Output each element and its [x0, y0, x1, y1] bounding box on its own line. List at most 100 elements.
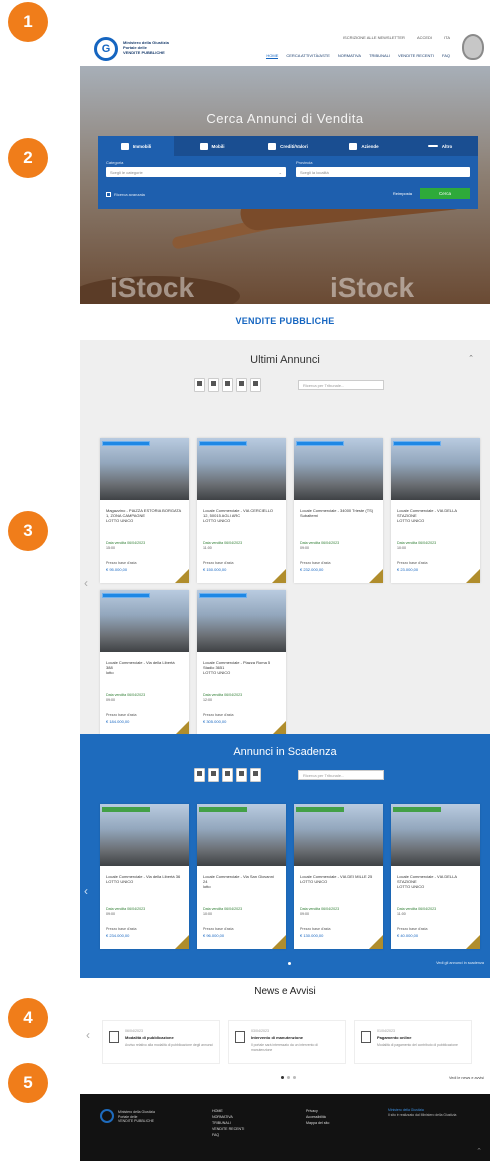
ad-card[interactable]: Locale Commerciale - VIA DEI MILLE 25 LOT… [294, 804, 383, 949]
nav-faq[interactable]: FAQ [442, 53, 450, 59]
news-view-all-link[interactable]: Vedi le news e avvisi [449, 1076, 484, 1080]
ad-title-text: Locale Commerciale - VIA DELLA STAZIONE [397, 874, 457, 884]
latest-ads-title: Ultimi Annunci [250, 354, 320, 366]
news-item[interactable]: 06/04/2023 Modalità di pubblicazione Avv… [102, 1020, 220, 1064]
ad-card[interactable]: Locale Commerciale - VIA CERCIELLO 12, 5… [197, 438, 286, 583]
ad-title: Locale Commerciale - VIA DELLA STAZIONE L… [397, 508, 473, 523]
news-item[interactable]: 01/04/2023 Pagamento online Modalità di … [354, 1020, 472, 1064]
footer-link[interactable]: FAQ [212, 1132, 244, 1138]
nav-home[interactable]: HOME [266, 53, 279, 59]
ad-price-label: Prezzo base d'asta [203, 561, 234, 565]
prev-arrow-icon[interactable]: ‹ [84, 884, 88, 898]
back-to-top-icon[interactable]: ⌃ [476, 1147, 482, 1155]
ad-time: 09:00 [300, 546, 309, 550]
site-footer: Ministero della Giustizia Portale delle … [80, 1094, 490, 1161]
ad-card[interactable]: Locale Commerciale - Via San Giovanni 24… [197, 804, 286, 949]
ad-time: 10:00 [203, 912, 212, 916]
watermark: iStock [330, 272, 415, 303]
footer-link[interactable]: Mappa del sito [306, 1120, 329, 1126]
ad-lot: LOTTO UNICO [203, 670, 231, 675]
footer-logo-line: VENDITE PUBBLICHE [118, 1119, 154, 1123]
latest-search-input[interactable]: Ricerca per Tribunale... [298, 380, 384, 390]
ad-tag [102, 593, 150, 598]
nav-normativa[interactable]: NORMATIVA [338, 53, 361, 59]
expiring-search-input[interactable]: Ricerca per Tribunale... [298, 770, 384, 780]
chevron-down-icon: ⌄ [278, 170, 282, 175]
gavel-corner-icon [466, 935, 480, 949]
ad-price: € 184.000,00 [106, 719, 130, 724]
filter-immobili[interactable] [194, 378, 205, 392]
filter-altro[interactable] [250, 378, 261, 392]
ad-card[interactable]: Locale Commerciale - Via della Libertà 3… [100, 590, 189, 735]
main-nav: HOME CERCA ATTIVITÀ/ASTE NORMATIVA TRIBU… [266, 53, 450, 59]
ad-price-label: Prezzo base d'asta [397, 927, 428, 931]
category-select[interactable]: Scegli le categorie ⌄ [106, 167, 286, 177]
expiring-view-all-link[interactable]: Vedi gli annunci in scadenza [436, 961, 484, 965]
nav-search[interactable]: CERCA ATTIVITÀ/ASTE [286, 53, 330, 59]
news-prev-arrow-icon[interactable]: ‹ [86, 1028, 90, 1042]
nav-tribunali[interactable]: TRIBUNALI [369, 53, 390, 59]
news-title: News e Avvisi [254, 986, 316, 997]
ad-card[interactable]: Locale Commerciale - 34000 Trieste (TS) S… [294, 438, 383, 583]
step-badge-5: 5 [8, 1063, 48, 1103]
tab-crediti[interactable]: Crediti/Valori [250, 136, 326, 156]
logo-text: Ministero della Giustizia Portale delle … [123, 40, 169, 55]
ad-card[interactable]: Locale Commerciale - VIA DELLA STAZIONE L… [391, 804, 480, 949]
nav-recent[interactable]: VENDITE RECENTI [398, 53, 434, 59]
filter-altro[interactable] [250, 768, 261, 782]
ad-card[interactable]: Locale Commerciale - Via della Libertà 3… [100, 804, 189, 949]
search-button[interactable]: Cerca [420, 188, 470, 199]
ad-lot: Subalterni [300, 513, 319, 518]
filter-mobili[interactable] [208, 768, 219, 782]
ad-price-label: Prezzo base d'asta [203, 927, 234, 931]
ad-title-text: Locale Commerciale - Via della Libertà 3… [106, 660, 175, 670]
carousel-dot[interactable] [288, 962, 291, 965]
section-title: VENDITE PUBBLICHE [235, 316, 335, 326]
tab-altro[interactable]: Altro [402, 136, 478, 156]
latest-filters [194, 378, 261, 392]
filter-aziende[interactable] [236, 378, 247, 392]
ad-card[interactable]: Locale Commerciale - VIA DELLA STAZIONE L… [391, 438, 480, 583]
news-dot[interactable] [281, 1076, 284, 1079]
news-item[interactable]: 03/04/2023 Intervento di manutenzione Il… [228, 1020, 346, 1064]
category-label: Categoria [106, 160, 124, 165]
property-photo [294, 804, 383, 866]
ad-lot: lotto [106, 670, 114, 675]
login-link[interactable]: ACCEDI [417, 35, 432, 40]
collapse-icon[interactable]: ⌃ [468, 354, 474, 362]
news-dot[interactable] [293, 1076, 296, 1079]
ad-time: 09:00 [106, 912, 115, 916]
coin-icon [268, 142, 277, 150]
newsletter-link[interactable]: ISCRIZIONE ALLE NEWSLETTER [343, 35, 405, 40]
ad-price: € 150.000,00 [203, 567, 227, 572]
advanced-search-checkbox[interactable]: Ricerca avanzata [106, 192, 145, 198]
filter-immobili[interactable] [194, 768, 205, 782]
filter-crediti[interactable] [222, 378, 233, 392]
location-input[interactable]: Scegli la località [296, 167, 470, 177]
ad-card[interactable]: Magazzino - PIAZZA ESTORIA BORGATA 1, ZO… [100, 438, 189, 583]
language-select[interactable]: ITA [444, 35, 450, 40]
tab-mobili[interactable]: Mobili [174, 136, 250, 156]
ad-time: 09:00 [106, 698, 115, 702]
ad-lot: LOTTO UNICO [397, 884, 425, 889]
footer-info: Ministero della Giustizia Il sito è real… [388, 1108, 480, 1118]
latest-ads-section: Ultimi Annunci ⌃ Ricerca per Tribunale..… [80, 340, 490, 746]
tab-label: Aziende [361, 143, 379, 149]
news-summary: Modalità di pagamento del contributo di … [377, 1043, 458, 1047]
news-dot[interactable] [287, 1076, 290, 1079]
ad-title-text: Locale Commerciale - VIA DELLA STAZIONE [397, 508, 457, 518]
logo-icon[interactable]: G [94, 37, 118, 61]
gavel-corner-icon [175, 569, 189, 583]
footer-nav: HOME NORMATIVA TRIBUNALI VENDITE RECENTI… [212, 1108, 244, 1138]
filter-aziende[interactable] [236, 768, 247, 782]
reset-link[interactable]: Reimposta [393, 191, 412, 196]
ad-date: Data vendita 06/04/2023 [106, 907, 146, 911]
prev-arrow-icon[interactable]: ‹ [84, 576, 88, 590]
ad-card[interactable]: Locale Commerciale - Piazza Roma 5 Stadi… [197, 590, 286, 735]
filter-mobili[interactable] [208, 378, 219, 392]
filter-crediti[interactable] [222, 768, 233, 782]
tab-aziende[interactable]: Aziende [326, 136, 402, 156]
tab-immobili[interactable]: Immobili [98, 136, 174, 156]
ad-lot: LOTTO UNICO [300, 879, 328, 884]
footer-logo-icon[interactable] [100, 1109, 114, 1123]
